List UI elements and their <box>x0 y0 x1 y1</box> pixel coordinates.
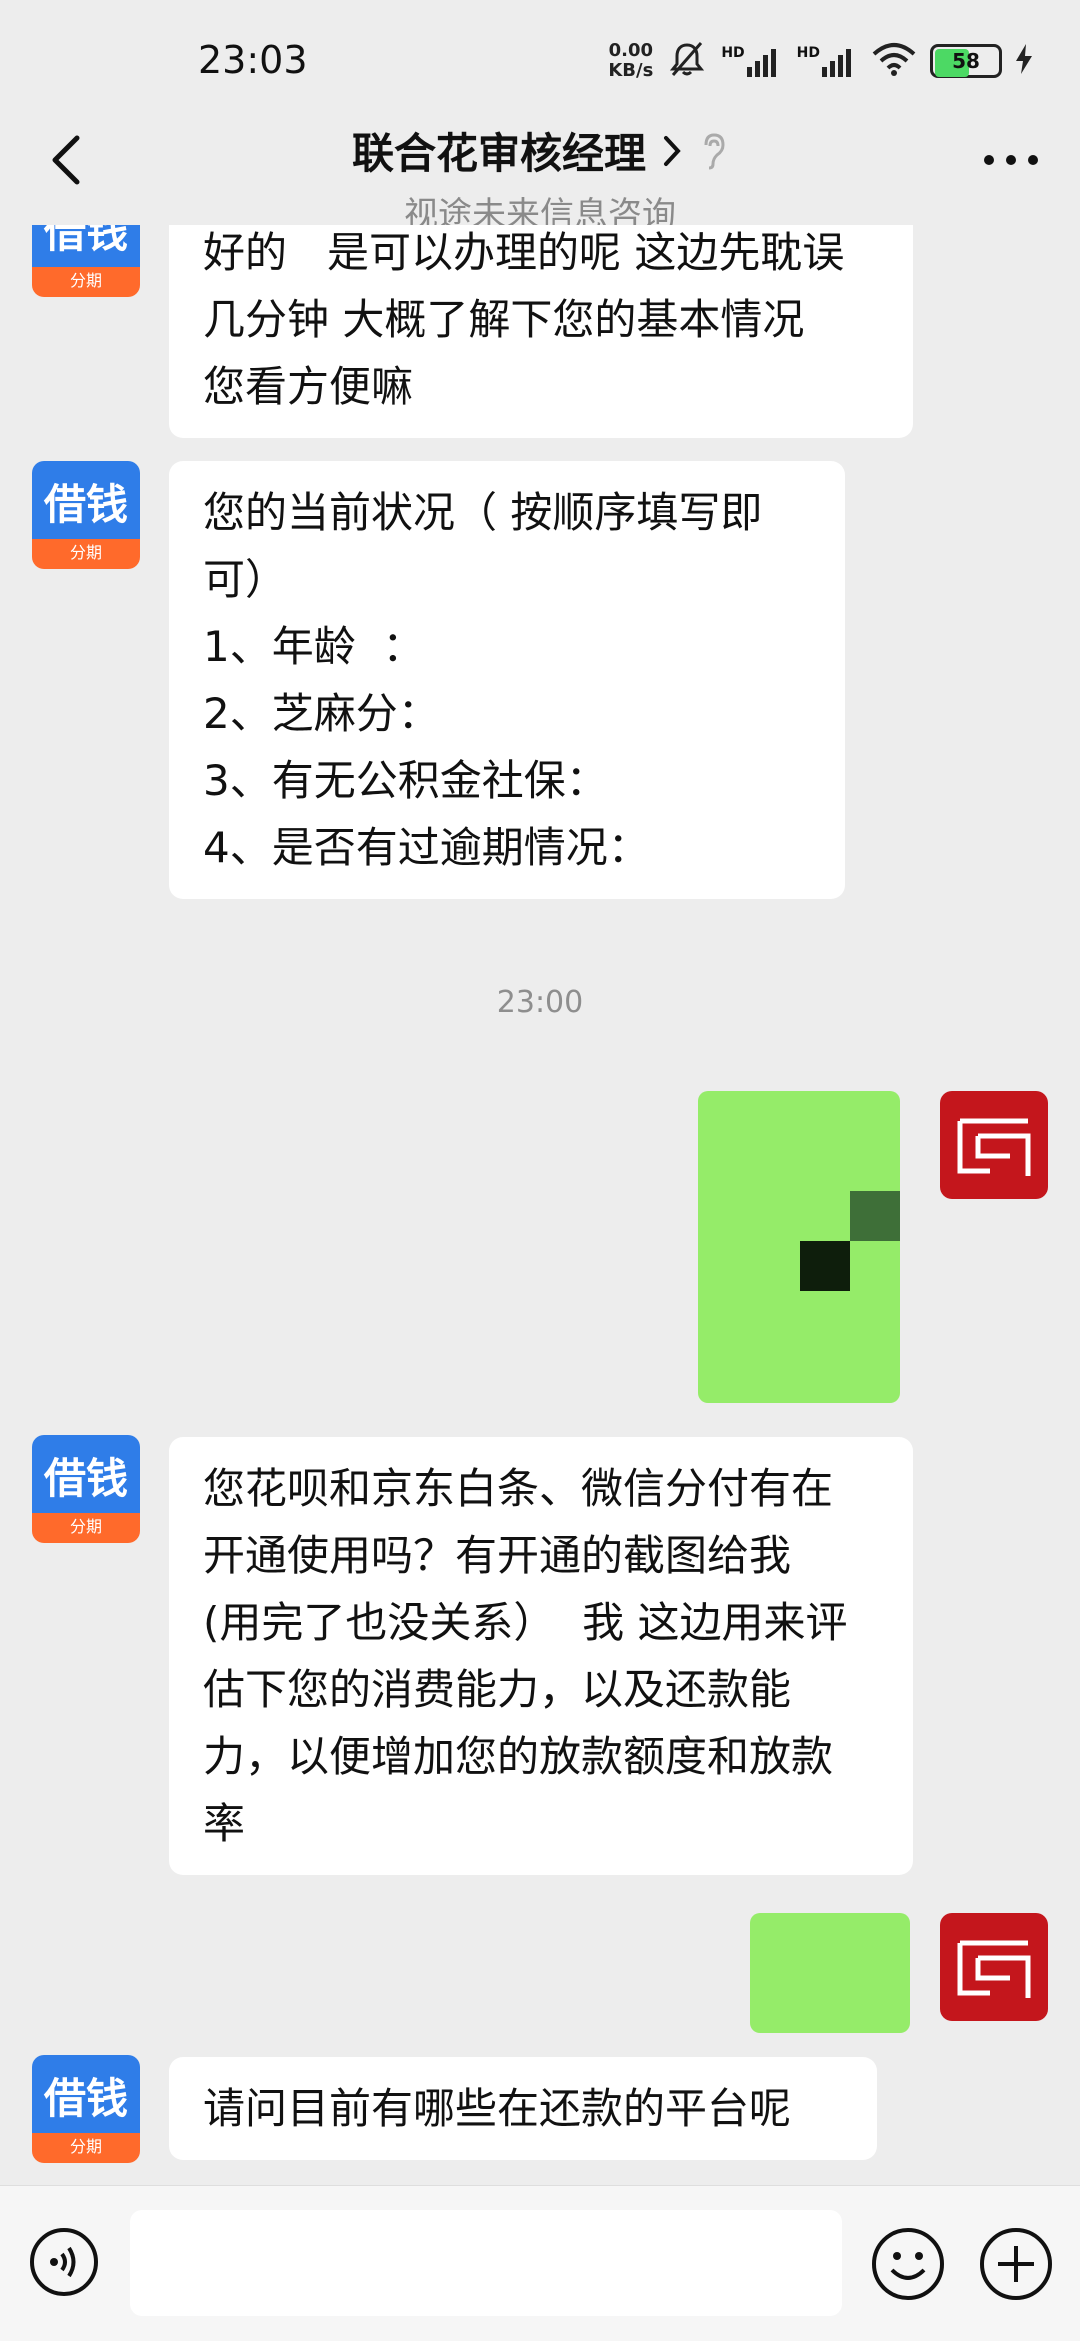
redaction-block <box>800 1241 850 1291</box>
message-bubble[interactable]: 您的当前状况（ 按顺序填写即 可） 1、年龄 ： 2、芝麻分： 3、有无公积金社… <box>169 461 845 899</box>
mute-icon <box>667 39 707 83</box>
status-icons: 0.00 KB/s HD HD 58 <box>608 36 1032 86</box>
signal-icon: HD <box>721 45 782 77</box>
redacted-image-message[interactable] <box>698 1091 900 1403</box>
avatar[interactable]: 借钱 分期 <box>32 461 140 569</box>
more-icon <box>984 155 1038 165</box>
my-avatar[interactable] <box>940 1091 1048 1199</box>
plus-button[interactable] <box>978 2226 1054 2302</box>
signal-label: HD <box>796 45 820 61</box>
avatar[interactable]: 借钱 分期 <box>32 1435 140 1543</box>
logo-icon <box>957 1118 1031 1176</box>
avatar-subtext: 分期 <box>69 2137 102 2156</box>
logo-icon <box>957 1940 1031 1998</box>
signal-label: HD <box>721 45 745 61</box>
redaction-block <box>850 1191 900 1241</box>
voice-icon <box>30 2228 98 2296</box>
avatar-subtext: 分期 <box>69 1517 102 1536</box>
avatar[interactable]: 借钱 分期 <box>32 225 140 297</box>
chat-title: 联合花审核经理 <box>351 129 646 178</box>
avatar-text: 借钱 <box>43 225 128 257</box>
battery-percent: 58 <box>952 49 980 73</box>
avatar-subtext: 分期 <box>69 543 102 562</box>
avatar-text: 借钱 <box>43 1454 128 1503</box>
title-block[interactable]: 联合花审核经理 视途未来信息咨询 <box>0 120 1080 236</box>
redacted-message[interactable] <box>750 1913 910 2033</box>
message-bubble[interactable]: 您花呗和京东白条、微信分付有在 开通使用吗？有开通的截图给我 (用完了也没关系）… <box>169 1437 913 1875</box>
input-bar <box>0 2185 1080 2341</box>
timestamp: 23:00 <box>496 985 584 1020</box>
net-speed-value: 0.00 <box>608 40 654 61</box>
avatar-text: 借钱 <box>43 2074 128 2123</box>
chevron-right-icon <box>664 135 681 166</box>
signal-icon: HD <box>797 45 858 77</box>
voice-button[interactable] <box>28 2226 100 2298</box>
avatar-subtext: 分期 <box>69 271 102 290</box>
net-speed: 0.00 KB/s <box>608 41 653 81</box>
ear-icon <box>704 132 725 169</box>
charging-icon <box>1016 44 1032 78</box>
message-input[interactable] <box>130 2210 842 2316</box>
avatar-text: 借钱 <box>43 480 128 529</box>
message-bubble[interactable]: 请问目前有哪些在还款的平台呢 <box>169 2057 877 2160</box>
avatar[interactable]: 借钱 分期 <box>32 2055 140 2163</box>
message-bubble[interactable]: 好的 是可以办理的呢 这边先耽误 几分钟 大概了解下您的基本情况 您看方便嘛 <box>169 225 913 438</box>
wifi-icon <box>872 42 916 80</box>
emoji-button[interactable] <box>870 2226 946 2302</box>
chat-area[interactable]: 借钱 分期 好的 是可以办理的呢 这边先耽误 几分钟 大概了解下您的基本情况 您… <box>0 225 1080 2185</box>
more-button[interactable] <box>976 130 1046 190</box>
battery-icon: 58 <box>930 44 1002 78</box>
status-bar: 23:03 0.00 KB/s HD HD 58 <box>0 0 1080 120</box>
emoji-icon <box>872 2228 944 2300</box>
plus-icon <box>980 2228 1052 2300</box>
my-avatar[interactable] <box>940 1913 1048 2021</box>
chat-header: 联合花审核经理 视途未来信息咨询 <box>0 120 1080 235</box>
status-time: 23:03 <box>198 38 308 82</box>
net-speed-unit: KB/s <box>608 60 654 81</box>
